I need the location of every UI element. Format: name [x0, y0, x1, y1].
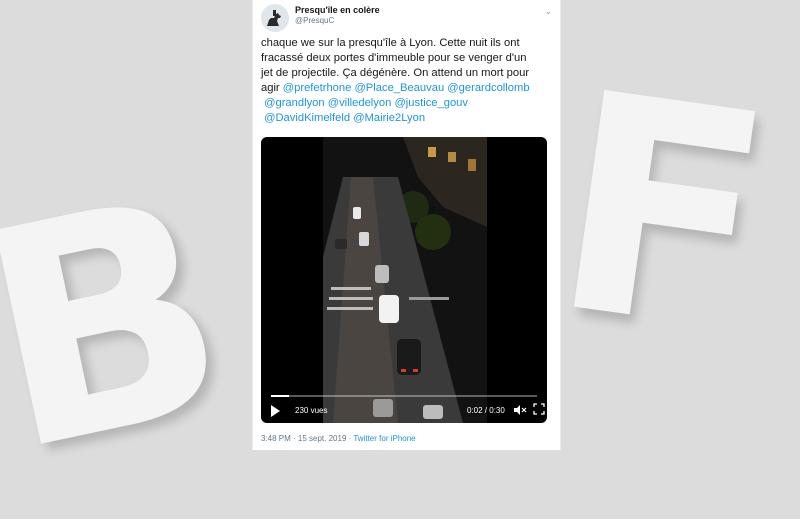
mute-icon[interactable]: [513, 403, 527, 417]
tweet-card: Presqu'île en colère @PresquC ⌄ chaque w…: [252, 0, 561, 450]
tweet-meta: 3:48 PM · 15 sept. 2019 · Twitter for iP…: [261, 434, 416, 443]
chevron-down-icon[interactable]: ⌄: [544, 6, 552, 17]
mention-link[interactable]: @Place_Beauvau: [354, 82, 444, 94]
avatar[interactable]: [261, 4, 289, 32]
mention-link[interactable]: @villedelyon: [328, 97, 392, 109]
tweet-text-line: jet de projectile. Ça dégénère. On atten…: [261, 67, 530, 79]
bfm-watermark-f: F: [536, 27, 789, 402]
mention-link[interactable]: @Mairie2Lyon: [353, 112, 425, 124]
tweet-text-line: chaque we sur la presqu'île à Lyon. Cett…: [261, 37, 520, 49]
play-icon[interactable]: [271, 405, 280, 417]
progress-fill: [271, 395, 289, 397]
mention-link[interactable]: @justice_gouv: [394, 97, 468, 109]
video-controls: 230 vues 0:02 / 0:30: [261, 391, 547, 423]
video-player[interactable]: 230 vues 0:02 / 0:30: [261, 137, 547, 423]
mention-link[interactable]: @gerardcollomb: [447, 82, 529, 94]
tweet-text-line: agir: [261, 82, 280, 94]
source-link[interactable]: Twitter for iPhone: [353, 434, 415, 443]
horse-statue-icon: [261, 4, 289, 32]
bfm-watermark-b: B: [0, 130, 253, 519]
tweet-text: chaque we sur la presqu'île à Lyon. Cett…: [261, 36, 551, 126]
fullscreen-icon[interactable]: [533, 403, 545, 415]
progress-bar[interactable]: [271, 395, 537, 397]
mention-link[interactable]: @DavidKimelfeld: [264, 112, 350, 124]
author-name[interactable]: Presqu'île en colère: [295, 5, 380, 15]
tweet-text-line: fracassé deux portes d'immeuble pour se …: [261, 52, 527, 64]
timestamp[interactable]: 3:48 PM · 15 sept. 2019 ·: [261, 434, 351, 443]
mention-link[interactable]: @grandlyon: [264, 97, 325, 109]
video-frame-street-scene: [323, 137, 487, 423]
mention-link[interactable]: @prefetrhone: [283, 82, 352, 94]
video-time: 0:02 / 0:30: [467, 406, 505, 415]
view-count: 230 vues: [295, 406, 328, 415]
author-handle[interactable]: @PresquC: [295, 16, 334, 25]
